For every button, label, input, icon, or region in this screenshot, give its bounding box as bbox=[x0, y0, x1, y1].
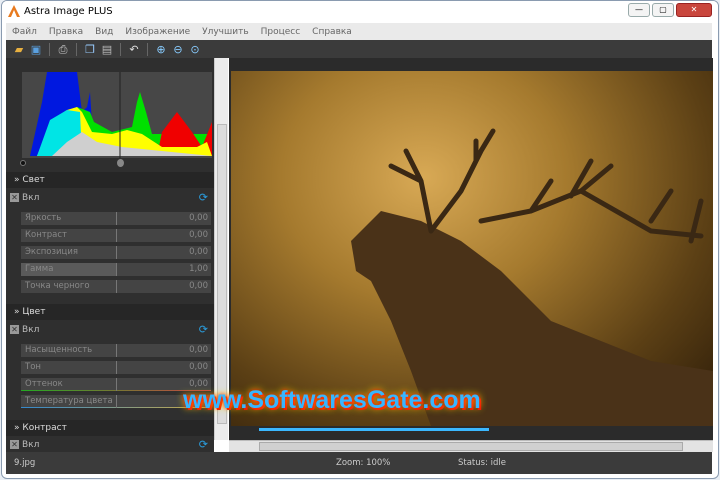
slider-value: 0,00 bbox=[189, 281, 208, 291]
slider-value: 1,00 bbox=[189, 264, 208, 274]
open-icon[interactable]: ▰ bbox=[12, 43, 26, 56]
slider-black-point[interactable]: Точка черного 0,00 bbox=[21, 280, 211, 293]
enable-checkbox[interactable]: ✕ bbox=[10, 325, 19, 334]
app-logo-icon bbox=[8, 5, 20, 17]
horizontal-scrollbar[interactable] bbox=[229, 440, 713, 452]
deer-silhouette bbox=[351, 128, 713, 426]
panel-scrollbar[interactable] bbox=[214, 58, 228, 440]
section-header-color[interactable]: » Цвет bbox=[6, 304, 214, 320]
zoom-fit-icon[interactable]: ⊙ bbox=[188, 43, 202, 56]
slider-value: 0,00 bbox=[189, 362, 208, 372]
slider-label: Яркость bbox=[25, 213, 62, 223]
scroll-thumb[interactable] bbox=[259, 442, 683, 451]
maximize-button[interactable]: ▢ bbox=[652, 3, 674, 17]
menu-view[interactable]: Вид bbox=[95, 27, 113, 37]
zoom-in-icon[interactable]: ⊕ bbox=[154, 43, 168, 56]
menu-help[interactable]: Справка bbox=[312, 27, 352, 37]
save-icon[interactable]: ▣ bbox=[29, 43, 43, 56]
menu-bar: Файл Правка Вид Изображение Улучшить Про… bbox=[6, 23, 712, 40]
reset-icon[interactable]: ⟳ bbox=[199, 438, 208, 452]
close-button[interactable]: ✕ bbox=[676, 3, 712, 17]
slider-value: 0,00 bbox=[189, 230, 208, 240]
status-filename: 9.jpg bbox=[14, 458, 36, 468]
section-header-contrast[interactable]: » Контраст bbox=[6, 420, 214, 436]
separator bbox=[120, 42, 121, 56]
black-point-handle[interactable] bbox=[20, 160, 26, 166]
slider-hue[interactable]: Тон 0,00 bbox=[21, 361, 211, 374]
status-zoom: Zoom: 100% bbox=[336, 458, 391, 468]
menu-file[interactable]: Файл bbox=[12, 27, 37, 37]
slider-label: Точка черного bbox=[25, 281, 90, 291]
copy-icon[interactable]: ❐ bbox=[83, 43, 97, 56]
contrast-enable-row: ✕ Вкл ⟳ bbox=[10, 438, 210, 452]
toolbar: ▰ ▣ ⎙ ❐ ▤ ↶ ⊕ ⊖ ⊙ bbox=[6, 40, 712, 58]
histogram bbox=[22, 72, 212, 158]
scroll-thumb[interactable] bbox=[217, 124, 227, 424]
section-header-light[interactable]: » Свет bbox=[6, 172, 214, 188]
enable-label: Вкл bbox=[22, 325, 40, 335]
minimize-button[interactable]: — bbox=[628, 3, 650, 17]
menu-process[interactable]: Процесс bbox=[261, 27, 301, 37]
slider-label: Контраст bbox=[25, 230, 67, 240]
image-canvas[interactable] bbox=[229, 58, 713, 440]
enable-label: Вкл bbox=[22, 193, 40, 203]
menu-edit[interactable]: Правка bbox=[49, 27, 83, 37]
slider-label: Гамма bbox=[25, 264, 54, 274]
watermark-text: www.SoftwaresGate.com bbox=[183, 386, 481, 414]
menu-image[interactable]: Изображение bbox=[125, 27, 190, 37]
enable-checkbox[interactable]: ✕ bbox=[10, 193, 19, 202]
slider-label: Температура цвета bbox=[25, 396, 113, 406]
slider-brightness[interactable]: Яркость 0,00 bbox=[21, 212, 211, 225]
slider-label: Тон bbox=[25, 362, 41, 372]
slider-saturation[interactable]: Насыщенность 0,00 bbox=[21, 344, 211, 357]
slider-value: 0,00 bbox=[189, 247, 208, 257]
slider-value: 0,00 bbox=[189, 213, 208, 223]
separator bbox=[49, 42, 50, 56]
enable-checkbox[interactable]: ✕ bbox=[10, 440, 19, 449]
slider-value: 0,00 bbox=[189, 345, 208, 355]
photo-deer bbox=[231, 71, 713, 426]
separator bbox=[76, 42, 77, 56]
paste-icon[interactable]: ▤ bbox=[100, 43, 114, 56]
separator bbox=[147, 42, 148, 56]
slider-label: Оттенок bbox=[25, 379, 63, 389]
status-bar: 9.jpg Zoom: 100% Status: idle bbox=[6, 452, 712, 474]
section-title: Свет bbox=[22, 175, 45, 185]
menu-enhance[interactable]: Улучшить bbox=[202, 27, 249, 37]
section-title: Контраст bbox=[22, 423, 67, 433]
progress-bar bbox=[259, 428, 489, 431]
color-enable-row: ✕ Вкл ⟳ bbox=[10, 323, 210, 337]
window-title: Astra Image PLUS bbox=[24, 6, 113, 17]
slider-gamma[interactable]: Гамма 1,00 bbox=[21, 263, 211, 276]
print-icon[interactable]: ⎙ bbox=[56, 43, 70, 56]
reset-icon[interactable]: ⟳ bbox=[199, 191, 208, 205]
zoom-out-icon[interactable]: ⊖ bbox=[171, 43, 185, 56]
title-bar: Astra Image PLUS — ▢ ✕ bbox=[2, 1, 718, 23]
slider-label: Насыщенность bbox=[25, 345, 93, 355]
reset-icon[interactable]: ⟳ bbox=[199, 323, 208, 337]
section-title: Цвет bbox=[22, 307, 46, 317]
status-state: Status: idle bbox=[458, 458, 506, 468]
slider-label: Экспозиция bbox=[25, 247, 78, 257]
undo-icon[interactable]: ↶ bbox=[127, 43, 141, 56]
enable-label: Вкл bbox=[22, 440, 40, 450]
slider-contrast[interactable]: Контраст 0,00 bbox=[21, 229, 211, 242]
gamma-handle[interactable] bbox=[117, 159, 124, 167]
slider-exposure[interactable]: Экспозиция 0,00 bbox=[21, 246, 211, 259]
light-enable-row: ✕ Вкл ⟳ bbox=[10, 191, 210, 205]
